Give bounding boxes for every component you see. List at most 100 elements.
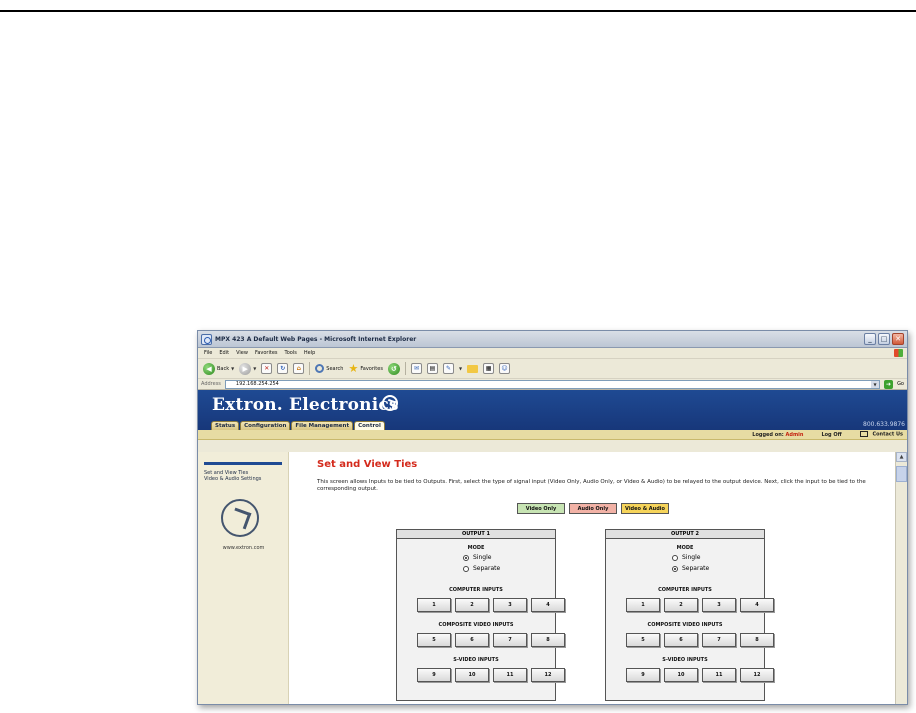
- minimize-button[interactable]: _: [864, 333, 876, 345]
- tab-configuration[interactable]: Configuration: [240, 421, 291, 430]
- back-button[interactable]: ◀ Back ▼: [203, 362, 234, 375]
- edit-dropdown-icon[interactable]: ▼: [459, 366, 462, 371]
- input-button[interactable]: 4: [531, 598, 565, 612]
- input-button[interactable]: 1: [417, 598, 451, 612]
- mode-single-option[interactable]: Single: [672, 554, 700, 561]
- computer-inputs-row: 1 2 3 4: [417, 598, 565, 612]
- input-button[interactable]: 3: [493, 598, 527, 612]
- input-button[interactable]: 2: [455, 598, 489, 612]
- scroll-thumb[interactable]: [896, 466, 907, 482]
- stop-icon[interactable]: ✕: [261, 363, 273, 374]
- mode-separate-label: Separate: [682, 565, 710, 572]
- svideo-inputs-label: S-VIDEO INPUTS: [662, 657, 708, 663]
- audio-only-button[interactable]: Audio Only: [569, 503, 617, 514]
- title-bar: MPX 423 A Default Web Pages - Microsoft …: [198, 331, 907, 348]
- forward-arrow-icon: ▶: [239, 362, 252, 375]
- address-dropdown-icon[interactable]: ▼: [871, 380, 880, 388]
- tab-status[interactable]: Status: [211, 421, 240, 430]
- input-button[interactable]: 9: [626, 668, 660, 682]
- input-button[interactable]: 7: [493, 633, 527, 647]
- page-description: This screen allows Inputs to be tied to …: [317, 479, 866, 492]
- menu-edit[interactable]: Edit: [219, 350, 229, 356]
- scroll-up-arrow-icon[interactable]: ▲: [896, 452, 907, 462]
- tab-control[interactable]: Control: [354, 421, 385, 430]
- input-button[interactable]: 9: [417, 668, 451, 682]
- menu-help[interactable]: Help: [304, 350, 315, 356]
- output-1-title: OUTPUT 1: [397, 530, 555, 539]
- sidebar-item-video-audio-settings[interactable]: Video & Audio Settings: [204, 476, 261, 482]
- mode-label: MODE: [467, 545, 485, 551]
- input-button[interactable]: 8: [740, 633, 774, 647]
- search-icon: [315, 364, 325, 373]
- site-url[interactable]: www.extron.com: [198, 545, 289, 551]
- mode-label: MODE: [676, 545, 694, 551]
- input-button[interactable]: 10: [455, 668, 489, 682]
- menu-tools[interactable]: Tools: [285, 350, 297, 356]
- menu-view[interactable]: View: [236, 350, 248, 356]
- logged-on-user: Admin: [785, 431, 804, 438]
- home-icon[interactable]: ⌂: [293, 363, 305, 374]
- messenger-icon[interactable]: ☺: [499, 363, 511, 374]
- tab-file-management[interactable]: File Management: [291, 421, 354, 430]
- ie-icon: [201, 333, 212, 345]
- contact-link[interactable]: Contact Us: [859, 431, 903, 438]
- print-icon[interactable]: ▤: [426, 363, 438, 374]
- go-arrow-icon[interactable]: ➜: [884, 379, 894, 389]
- page-scrollbar[interactable]: ▲: [895, 452, 907, 704]
- radio-single[interactable]: [463, 554, 469, 561]
- page-title: Set and View Ties: [317, 459, 418, 470]
- edit-icon[interactable]: ✎: [442, 363, 454, 374]
- radio-separate[interactable]: [672, 565, 678, 572]
- radio-single[interactable]: [672, 554, 678, 561]
- video-audio-button[interactable]: Video & Audio: [621, 503, 669, 514]
- input-button[interactable]: 5: [626, 633, 660, 647]
- search-button[interactable]: Search: [315, 364, 343, 373]
- mode-separate-option[interactable]: Separate: [463, 565, 500, 572]
- go-label[interactable]: Go: [897, 381, 904, 387]
- page-body: Set and View Ties Video & Audio Settings…: [198, 452, 907, 704]
- folder-icon[interactable]: [467, 364, 479, 373]
- input-button[interactable]: 6: [455, 633, 489, 647]
- close-button[interactable]: ✕: [892, 333, 904, 345]
- address-input[interactable]: 192.168.254.254 ▼: [224, 379, 881, 389]
- favorites-button[interactable]: ★ Favorites: [348, 363, 382, 374]
- login-strip: Logged on: Admin Log Off Contact Us: [198, 430, 907, 440]
- mail-icon[interactable]: ✉: [410, 363, 422, 374]
- refresh-icon[interactable]: ↻: [277, 363, 289, 374]
- input-button[interactable]: 12: [740, 668, 774, 682]
- radio-separate[interactable]: [463, 565, 469, 572]
- mode-separate-option[interactable]: Separate: [672, 565, 709, 572]
- forward-button[interactable]: ▶ ▼: [239, 362, 256, 375]
- log-off-link[interactable]: Log Off: [821, 432, 841, 438]
- maximize-button[interactable]: □: [878, 333, 890, 345]
- signal-type-buttons: Video Only Audio Only Video & Audio: [517, 503, 669, 514]
- input-button[interactable]: 8: [531, 633, 565, 647]
- input-button[interactable]: 5: [417, 633, 451, 647]
- address-label: Address: [201, 381, 221, 387]
- input-button[interactable]: 11: [702, 668, 736, 682]
- computer-inputs-label: COMPUTER INPUTS: [449, 587, 503, 593]
- input-button[interactable]: 10: [664, 668, 698, 682]
- composite-inputs-row: 5 6 7 8: [417, 633, 565, 647]
- menu-bar: File Edit View Favorites Tools Help: [198, 348, 907, 359]
- computer-inputs-row: 1 2 3 4: [626, 598, 774, 612]
- input-button[interactable]: 12: [531, 668, 565, 682]
- menu-file[interactable]: File: [204, 350, 212, 356]
- input-button[interactable]: 2: [664, 598, 698, 612]
- site-tabs: Status Configuration File Management Con…: [211, 421, 385, 430]
- svideo-inputs-row: 9 10 11 12: [626, 668, 774, 682]
- mode-single-option[interactable]: Single: [463, 554, 491, 561]
- extron-seal-logo: [221, 499, 259, 537]
- history-icon[interactable]: ↺: [387, 362, 400, 375]
- mode-separate-label: Separate: [473, 565, 501, 572]
- input-button[interactable]: 3: [702, 598, 736, 612]
- input-button[interactable]: 6: [664, 633, 698, 647]
- input-button[interactable]: 11: [493, 668, 527, 682]
- address-value: 192.168.254.254: [235, 381, 279, 387]
- input-button[interactable]: 7: [702, 633, 736, 647]
- input-button[interactable]: 1: [626, 598, 660, 612]
- input-button[interactable]: 4: [740, 598, 774, 612]
- video-only-button[interactable]: Video Only: [517, 503, 565, 514]
- menu-favorites[interactable]: Favorites: [255, 350, 278, 356]
- research-icon[interactable]: ▦: [483, 363, 495, 374]
